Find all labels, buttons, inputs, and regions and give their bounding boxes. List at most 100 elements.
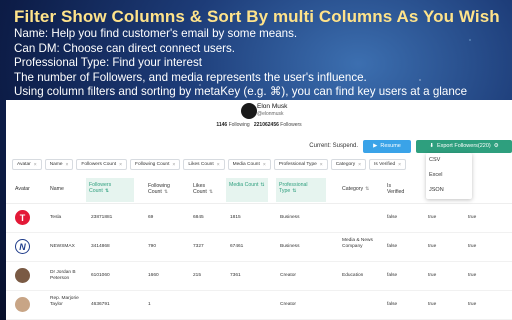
promo-header: Filter Show Columns & Sort By multi Colu… [14,6,504,100]
table-row[interactable]: T Tesla 23871881 69 6845 1815 Business f… [6,204,512,233]
filter-chip-avatar[interactable]: Avatar × [12,159,42,170]
cell-extra: true [468,244,477,249]
profile-avatar[interactable] [241,103,257,119]
col-header-followers[interactable]: Followers Count ⇅ [86,178,134,202]
cell-can-dm: true [428,302,437,307]
avatar: N [15,239,30,254]
cell-verified: false [387,273,398,278]
close-icon[interactable]: × [66,162,69,168]
toolbar: Current: Suspend. ▶ Resume ⬇ Export Foll… [309,139,512,153]
filter-chip-media[interactable]: Media Count × [227,159,271,170]
col-header-avatar[interactable]: Avatar [15,186,30,192]
cell-category: Media & News Company [342,238,373,249]
promo-line: Using column filters and sorting by meta… [14,85,468,99]
sort-icon[interactable]: ⇅ [209,189,213,195]
cell-category: Education [342,273,364,278]
cell-media: 7361 [230,273,241,278]
cell-verified: false [387,244,398,249]
col-header-media[interactable]: Media Count ⇅ [226,178,268,202]
promo-line: The number of Followers, and media repre… [14,70,367,84]
col-header-verified[interactable]: Is Verified [387,183,409,195]
cell-following: 69 [148,215,154,220]
sort-icon[interactable]: ⇅ [292,188,296,194]
col-header-professional-type[interactable]: Professional Type ⇅ [276,178,326,202]
resume-button[interactable]: ▶ Resume [363,139,411,153]
col-header-category[interactable]: Category ⇅ [342,186,369,192]
followers-label: Followers [280,122,302,128]
column-filter-bar: Avatar × Name × Followers Count × Following… [12,159,407,170]
cell-followers: 6101060 [91,273,110,278]
close-icon[interactable]: × [217,162,220,168]
settings-icon[interactable]: ⚙ [494,143,499,149]
promo-title: Filter Show Columns & Sort By multi Colu… [14,7,500,26]
profile-stats: 1146 Following 221062456 Followers [6,122,512,128]
filter-chip-name[interactable]: Name × [44,159,74,170]
cell-name[interactable]: Dr Jordan B Peterson [50,270,84,282]
cell-can-dm: true [428,273,437,278]
cell-name[interactable]: Tesla [50,215,61,221]
cell-professional-type: Business [280,215,300,220]
profile-name[interactable]: Elon Musk [257,103,287,110]
resume-label: Resume [380,143,401,149]
close-icon[interactable]: × [398,162,401,168]
sort-icon[interactable]: ⇅ [164,189,168,195]
filter-chip-following[interactable]: Following Count × [130,159,181,170]
cell-media: 67461 [230,244,244,249]
export-label: Export Followers(220) [436,143,491,149]
sort-icon[interactable]: ⇅ [105,188,109,194]
export-csv-option[interactable]: CSV [426,157,440,163]
following-count: 1146 [216,122,228,128]
table-row[interactable]: Dr Jordan B Peterson 6101060 1660 215 73… [6,262,512,291]
profile-handle: @elonmusk [257,111,284,117]
followers-panel: Elon Musk @elonmusk 1146 Following 22106… [6,100,512,320]
avatar [15,297,30,312]
export-followers-button[interactable]: ⬇ Export Followers(220) ⚙ [416,139,512,153]
col-header-name[interactable]: Name [50,186,64,192]
filter-chip-category[interactable]: Category × [330,159,367,170]
sort-icon[interactable]: ⇅ [365,186,369,192]
close-icon[interactable]: × [320,162,323,168]
cell-verified: false [387,302,398,307]
filter-chip-verified[interactable]: Is Verified × [369,159,407,170]
followers-count: 221062456 [253,122,279,128]
cell-following: 790 [148,244,157,249]
cell-name[interactable]: NEWSMAX [50,244,75,250]
table-row[interactable]: N NEWSMAX 3414868 790 7327 67461 Busines… [6,233,512,262]
cell-name[interactable]: Rep. Marjorie Taylor [50,296,80,308]
avatar [15,268,30,283]
close-icon[interactable]: × [358,162,361,168]
cell-professional-type: Business [280,244,300,249]
cell-following: 1 [148,302,151,307]
cell-extra: true [468,273,477,278]
download-icon: ⬇ [429,143,434,149]
filter-chip-professional-type[interactable]: Professional Type × [273,159,328,170]
export-format-menu: CSV Excel JSON [426,153,472,199]
promo-line: Name: Help you find customer's email by … [14,27,298,40]
play-icon: ▶ [373,143,378,149]
following-label: Following [228,122,250,128]
cell-likes: 215 [193,273,202,278]
export-json-option[interactable]: JSON [426,187,444,193]
col-header-likes[interactable]: Likes Count ⇅ [193,183,223,195]
avatar: T [15,210,30,225]
promo-line: Professional Type: Find your interest [14,56,202,70]
close-icon[interactable]: × [172,162,175,168]
cell-following: 1660 [148,273,159,278]
cell-likes: 6845 [193,215,204,220]
cell-followers: 3414868 [91,244,110,249]
cell-professional-type: Creator [280,302,296,307]
filter-chip-likes[interactable]: Likes Count × [183,159,225,170]
cell-followers: 23871881 [91,215,113,220]
status-text: Current: Suspend. [309,143,358,149]
close-icon[interactable]: × [34,162,37,168]
promo-line: Can DM: Choose can direct connect users. [14,41,236,55]
cell-extra: true [468,302,477,307]
table-row[interactable]: Rep. Marjorie Taylor 4636791 1 Creator f… [6,291,512,320]
filter-chip-followers[interactable]: Followers Count × [76,159,128,170]
sort-icon[interactable]: ⇅ [260,182,264,188]
col-header-following[interactable]: Following Count ⇅ [148,183,184,195]
close-icon[interactable]: × [119,162,122,168]
export-excel-option[interactable]: Excel [426,172,442,178]
cell-followers: 4636791 [91,302,110,307]
close-icon[interactable]: × [263,162,266,168]
